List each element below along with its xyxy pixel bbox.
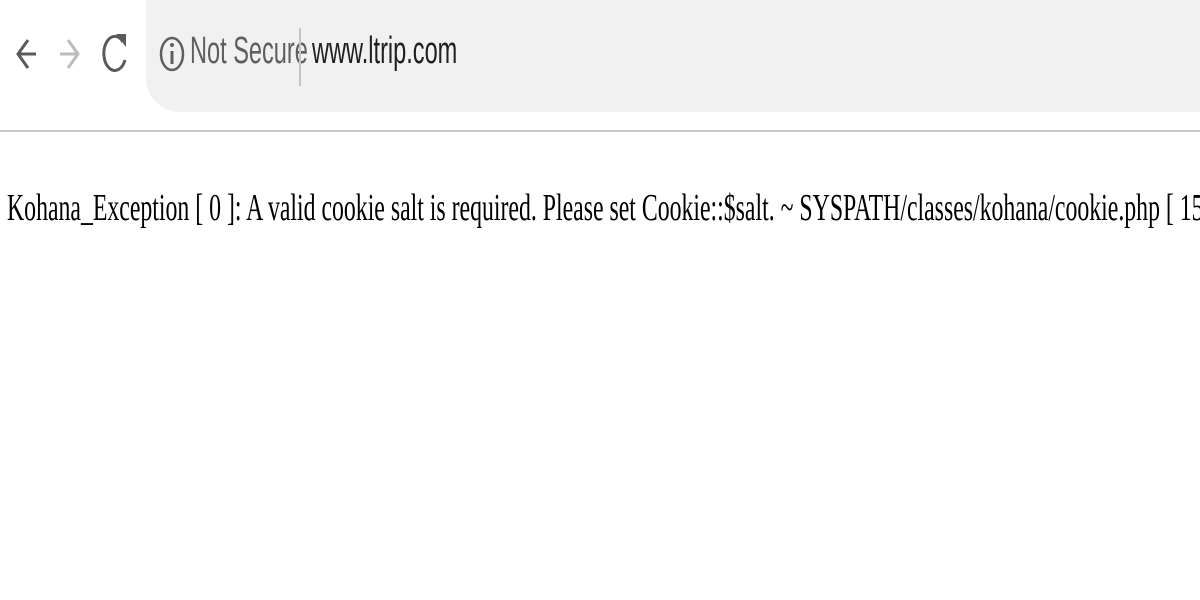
address-divider <box>299 28 301 86</box>
info-icon[interactable] <box>158 34 186 74</box>
error-message: Kohana_Exception [ 0 ]: A valid cookie s… <box>7 187 1200 229</box>
arrow-left-icon <box>16 39 36 69</box>
reload-icon <box>102 34 127 72</box>
security-status-label[interactable]: Not Secure <box>190 30 308 73</box>
address-bar[interactable]: Not Secure www.ltrip.com <box>146 0 1200 112</box>
browser-toolbar: Not Secure www.ltrip.com <box>0 0 1200 132</box>
reload-button[interactable] <box>95 26 135 82</box>
back-button[interactable] <box>6 26 46 82</box>
forward-button[interactable] <box>50 26 90 82</box>
url-text[interactable]: www.ltrip.com <box>312 30 457 73</box>
page-content: Kohana_Exception [ 0 ]: A valid cookie s… <box>0 134 1200 600</box>
arrow-right-icon <box>60 39 80 69</box>
